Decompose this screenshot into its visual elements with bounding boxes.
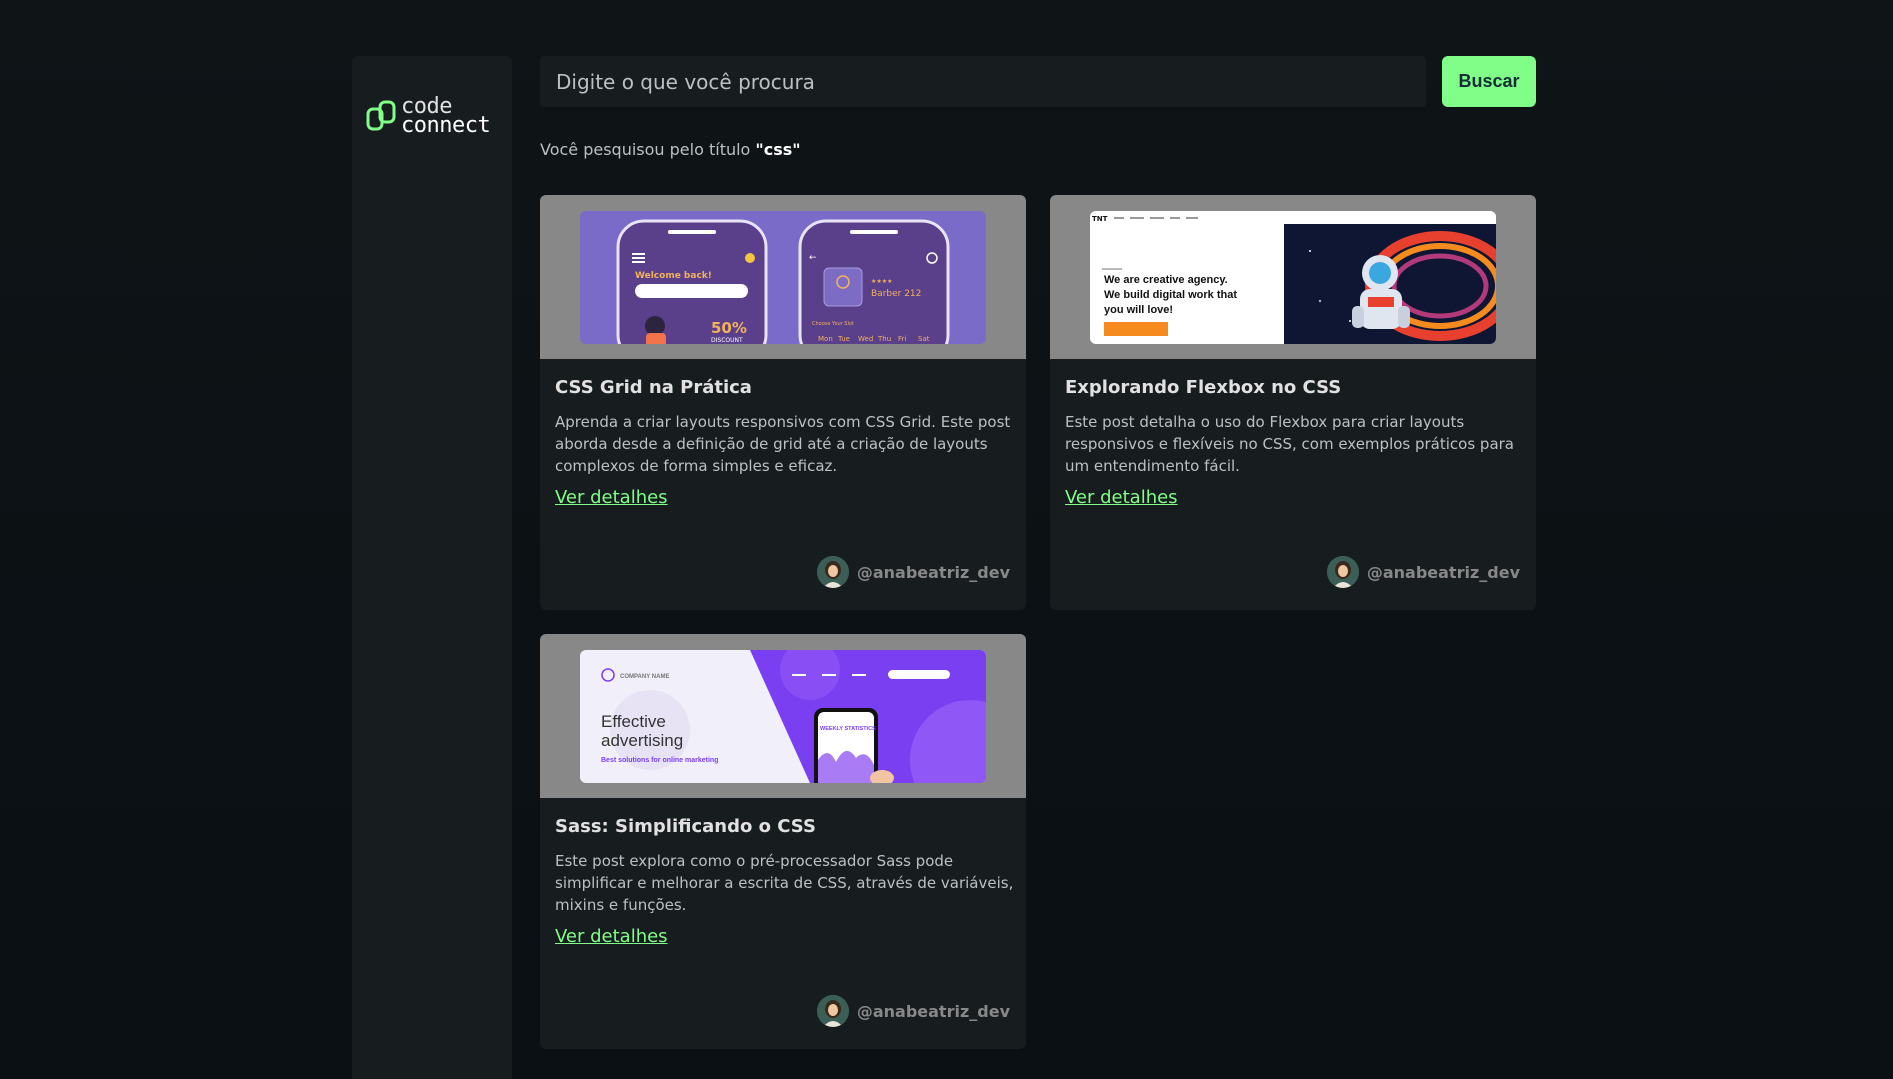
svg-text:Tue: Tue: [837, 335, 850, 343]
author-handle[interactable]: @anabeatriz_dev: [857, 1002, 1010, 1021]
card-description: Este post explora como o pré-processador…: [555, 852, 1014, 914]
view-details-link[interactable]: Ver detalhes: [555, 926, 668, 947]
agency-website-mockup-image: TNT We are creative agency. We build dig…: [1090, 211, 1496, 344]
search-input[interactable]: [540, 56, 1426, 107]
link-logo-icon: [366, 100, 396, 131]
view-details-link[interactable]: Ver detalhes: [555, 487, 668, 508]
svg-text:Welcome back!: Welcome back!: [635, 271, 712, 281]
svg-text:←: ←: [809, 253, 817, 263]
avatar-icon: [1326, 556, 1359, 588]
card-media: Welcome back! 50% DISCOUNT ← ★★★★ Barber…: [540, 195, 1026, 359]
search-result-label: Você pesquisou pelo título "css": [540, 140, 801, 159]
author-handle[interactable]: @anabeatriz_dev: [1367, 563, 1520, 582]
card-media: TNT We are creative agency. We build dig…: [1050, 195, 1536, 359]
svg-text:TNT: TNT: [1092, 215, 1108, 223]
card-author: @anabeatriz_dev: [816, 995, 1010, 1027]
svg-text:★★★★: ★★★★: [871, 278, 893, 285]
post-card[interactable]: Welcome back! 50% DISCOUNT ← ★★★★ Barber…: [540, 195, 1026, 610]
barber-app-mockup-image: Welcome back! 50% DISCOUNT ← ★★★★ Barber…: [580, 211, 986, 344]
brand-wordmark: code connect: [401, 96, 491, 138]
avatar: [816, 556, 849, 588]
svg-text:We are creative agency.: We are creative agency.: [1104, 274, 1228, 286]
search-button[interactable]: Buscar: [1442, 56, 1536, 107]
svg-text:advertising: advertising: [601, 731, 683, 750]
card-title: Sass: Simplificando o CSS: [555, 816, 816, 837]
advertising-banner-image: COMPANY NAME Effective advertising Best …: [580, 650, 986, 783]
card-media: COMPANY NAME Effective advertising Best …: [540, 634, 1026, 798]
card-description: Aprenda a criar layouts responsivos com …: [555, 413, 1011, 475]
brand-logo[interactable]: code connect: [366, 94, 500, 138]
svg-text:Fri: Fri: [898, 335, 906, 343]
svg-text:50%: 50%: [711, 319, 747, 337]
avatar-icon: [816, 556, 849, 588]
svg-text:Thu: Thu: [877, 335, 891, 343]
svg-text:Sat: Sat: [918, 335, 930, 343]
card-thumbnail-agency-site[interactable]: TNT We are creative agency. We build dig…: [1090, 211, 1496, 344]
card-author: @anabeatriz_dev: [816, 556, 1010, 588]
author-handle[interactable]: @anabeatriz_dev: [857, 563, 1010, 582]
search-term: "css": [755, 140, 801, 159]
svg-text:DISCOUNT: DISCOUNT: [711, 337, 743, 344]
svg-text:WEEKLY STATISTICS: WEEKLY STATISTICS: [820, 726, 876, 732]
svg-text:Best solutions for online mark: Best solutions for online marketing: [601, 757, 718, 764]
card-title: Explorando Flexbox no CSS: [1065, 377, 1342, 398]
svg-text:Wed: Wed: [858, 335, 873, 343]
card-author: @anabeatriz_dev: [1326, 556, 1520, 588]
avatar-icon: [816, 995, 849, 1027]
svg-text:Choose Your Slot: Choose Your Slot: [812, 321, 854, 327]
svg-text:Barber 212: Barber 212: [871, 289, 921, 299]
card-title: CSS Grid na Prática: [555, 377, 752, 398]
svg-text:Effective: Effective: [601, 712, 666, 731]
view-details-link[interactable]: Ver detalhes: [1065, 487, 1178, 508]
card-description: Este post detalha o uso do Flexbox para …: [1065, 413, 1515, 475]
avatar: [816, 995, 849, 1027]
svg-text:We build digital work that: We build digital work that: [1104, 289, 1237, 301]
post-card[interactable]: COMPANY NAME Effective advertising Best …: [540, 634, 1026, 1049]
card-thumbnail-advertising[interactable]: COMPANY NAME Effective advertising Best …: [580, 650, 986, 783]
avatar: [1326, 556, 1359, 588]
brand-line-2: connect: [401, 113, 491, 138]
svg-text:Mon: Mon: [818, 335, 833, 343]
svg-text:you will love!: you will love!: [1104, 304, 1173, 316]
post-card[interactable]: TNT We are creative agency. We build dig…: [1050, 195, 1536, 610]
svg-text:COMPANY NAME: COMPANY NAME: [620, 674, 669, 680]
result-prefix: Você pesquisou pelo título: [540, 140, 756, 159]
sidebar: code connect: [352, 56, 512, 1079]
card-thumbnail-barber-app[interactable]: Welcome back! 50% DISCOUNT ← ★★★★ Barber…: [580, 211, 986, 344]
